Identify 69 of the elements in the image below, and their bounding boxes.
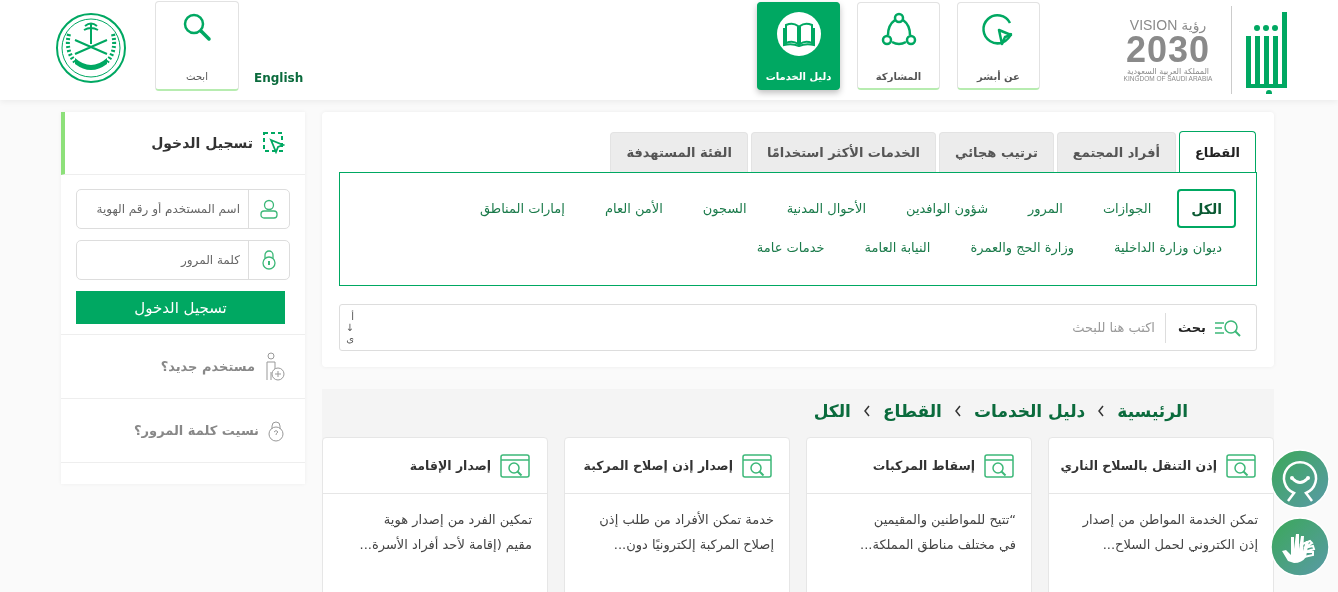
breadcrumb-link[interactable]: القطاع	[882, 401, 942, 421]
service-card[interactable]: إسقاط المركبات “تتيح للمواطنين والمقيمين في مختلف مناطق المملكة...	[806, 437, 1032, 592]
chevron-icon	[1097, 405, 1106, 417]
book-icon	[775, 11, 822, 57]
chevron-icon	[862, 405, 871, 417]
sector-filter[interactable]: وزارة الحج والعمرة	[956, 228, 1088, 267]
sector-filter[interactable]: السجون	[688, 189, 761, 228]
sector-filter[interactable]: النيابة العامة	[850, 228, 945, 267]
sector-filter[interactable]: ديوان وزارة الداخلية	[1099, 228, 1236, 267]
breadcrumb-link[interactable]: الرئيسية	[1117, 401, 1188, 421]
nav-button[interactable]: المشاركة	[857, 2, 940, 90]
service-card[interactable]: إصدار الإقامة تمكين الفرد من إصدار هوية مقيم (إقامة لأحد أفراد الأسرة...	[322, 437, 548, 592]
search-list-icon	[1214, 317, 1242, 338]
category-tab[interactable]: القطاع	[1178, 131, 1256, 172]
vision-arabic-text: رؤية	[1181, 17, 1207, 32]
sector-filter[interactable]: الأحوال المدنية	[772, 189, 880, 228]
category-tab[interactable]: ترتيب هجائي	[939, 132, 1054, 172]
sector-filter[interactable]: المرور	[1014, 189, 1077, 228]
service-description: تمكن الخدمة المواطن من إصدار إذن الكتروني لحمل السلاح...	[1081, 511, 1259, 555]
breadcrumb-link[interactable]: الكل	[813, 401, 851, 421]
country-arabic-text: المملكة العربية السعودية	[1126, 67, 1210, 76]
emblem-icon	[55, 12, 127, 84]
sector-filter[interactable]: الجوازات	[1088, 189, 1166, 228]
service-description: “تتيح للمواطنين والمقيمين في مختلف مناطق المملكة...	[859, 511, 1017, 555]
service-title: إسقاط المركبات	[872, 458, 975, 473]
service-title: إذن التنقل بالسلاح الناري	[1060, 458, 1217, 473]
sort-toggle[interactable]: أ ↓ ى	[340, 305, 354, 350]
category-tab[interactable]: الفئة المستهدفة	[610, 132, 748, 172]
breadcrumb-link[interactable]: دليل الخدمات	[973, 401, 1086, 421]
service-title: إصدار إذن إصلاح المركبة	[583, 458, 733, 473]
sector-filter[interactable]: الأمن العام	[590, 189, 677, 228]
category-tab[interactable]: أفراد المجتمع	[1056, 132, 1176, 172]
lock-icon	[261, 250, 277, 270]
support-icon[interactable]	[1270, 449, 1330, 509]
nav-button[interactable]: دليل الخدمات	[757, 2, 840, 90]
search-label: بحث	[1178, 320, 1206, 335]
service-card[interactable]: إذن التنقل بالسلاح الناري تمكن الخدمة المواطن من إصدار إذن الكتروني لحمل السلاح...	[1048, 437, 1274, 592]
account-link[interactable]: مستخدم جديد؟	[160, 359, 255, 374]
search-icon	[182, 12, 212, 42]
browser-search-icon	[742, 453, 772, 478]
sector-filter[interactable]: الكل	[1177, 189, 1236, 228]
absher-logo-icon	[1231, 6, 1290, 94]
sector-filter[interactable]: إمارات المناطق	[465, 189, 579, 228]
account-link[interactable]: نسيت كلمة المرور؟	[134, 423, 259, 438]
nav-button[interactable]: عن أبشر	[957, 2, 1040, 90]
browser-search-icon	[984, 453, 1014, 478]
password-input[interactable]: كلمة المرور	[77, 241, 248, 279]
service-description: تمكين الفرد من إصدار هوية مقيم (إقامة لأحد أفراد الأسرة...	[358, 511, 533, 555]
browser-search-icon	[500, 453, 530, 478]
add-user-icon	[263, 351, 285, 382]
user-icon	[260, 199, 278, 219]
search-button[interactable]: ابحث	[155, 1, 239, 91]
sector-filter[interactable]: شؤون الوافدين	[892, 189, 1003, 228]
vision-text: VISION	[1129, 17, 1178, 32]
cursor-select-icon	[263, 132, 285, 154]
language-link[interactable]: English	[254, 71, 304, 85]
question-lock-icon	[267, 419, 285, 442]
browser-search-icon	[1226, 453, 1256, 478]
search-field[interactable]: بحث اكتب هنا للبحث أ ↓ ى	[339, 304, 1257, 351]
service-description: خدمة تمكن الأفراد من طلب إذن إصلاح المركبة إلكترونيًا دون...	[598, 510, 775, 555]
hands-icon[interactable]	[1270, 517, 1330, 577]
category-tab[interactable]: الخدمات الأكثر استخدامًا	[750, 132, 937, 172]
service-card[interactable]: إصدار إذن إصلاح المركبة خدمة تمكن الأفراد من طلب إذن إصلاح المركبة إلكترونيًا دون...	[564, 437, 790, 592]
login-title: تسجيل الدخول	[151, 135, 253, 151]
sector-filter[interactable]: خدمات عامة	[742, 228, 839, 267]
login-button[interactable]: تسجيل الدخول	[76, 291, 285, 324]
password-field[interactable]: كلمة المرور	[76, 240, 290, 280]
chevron-icon	[953, 405, 962, 417]
service-title: إصدار الإقامة	[409, 458, 491, 473]
